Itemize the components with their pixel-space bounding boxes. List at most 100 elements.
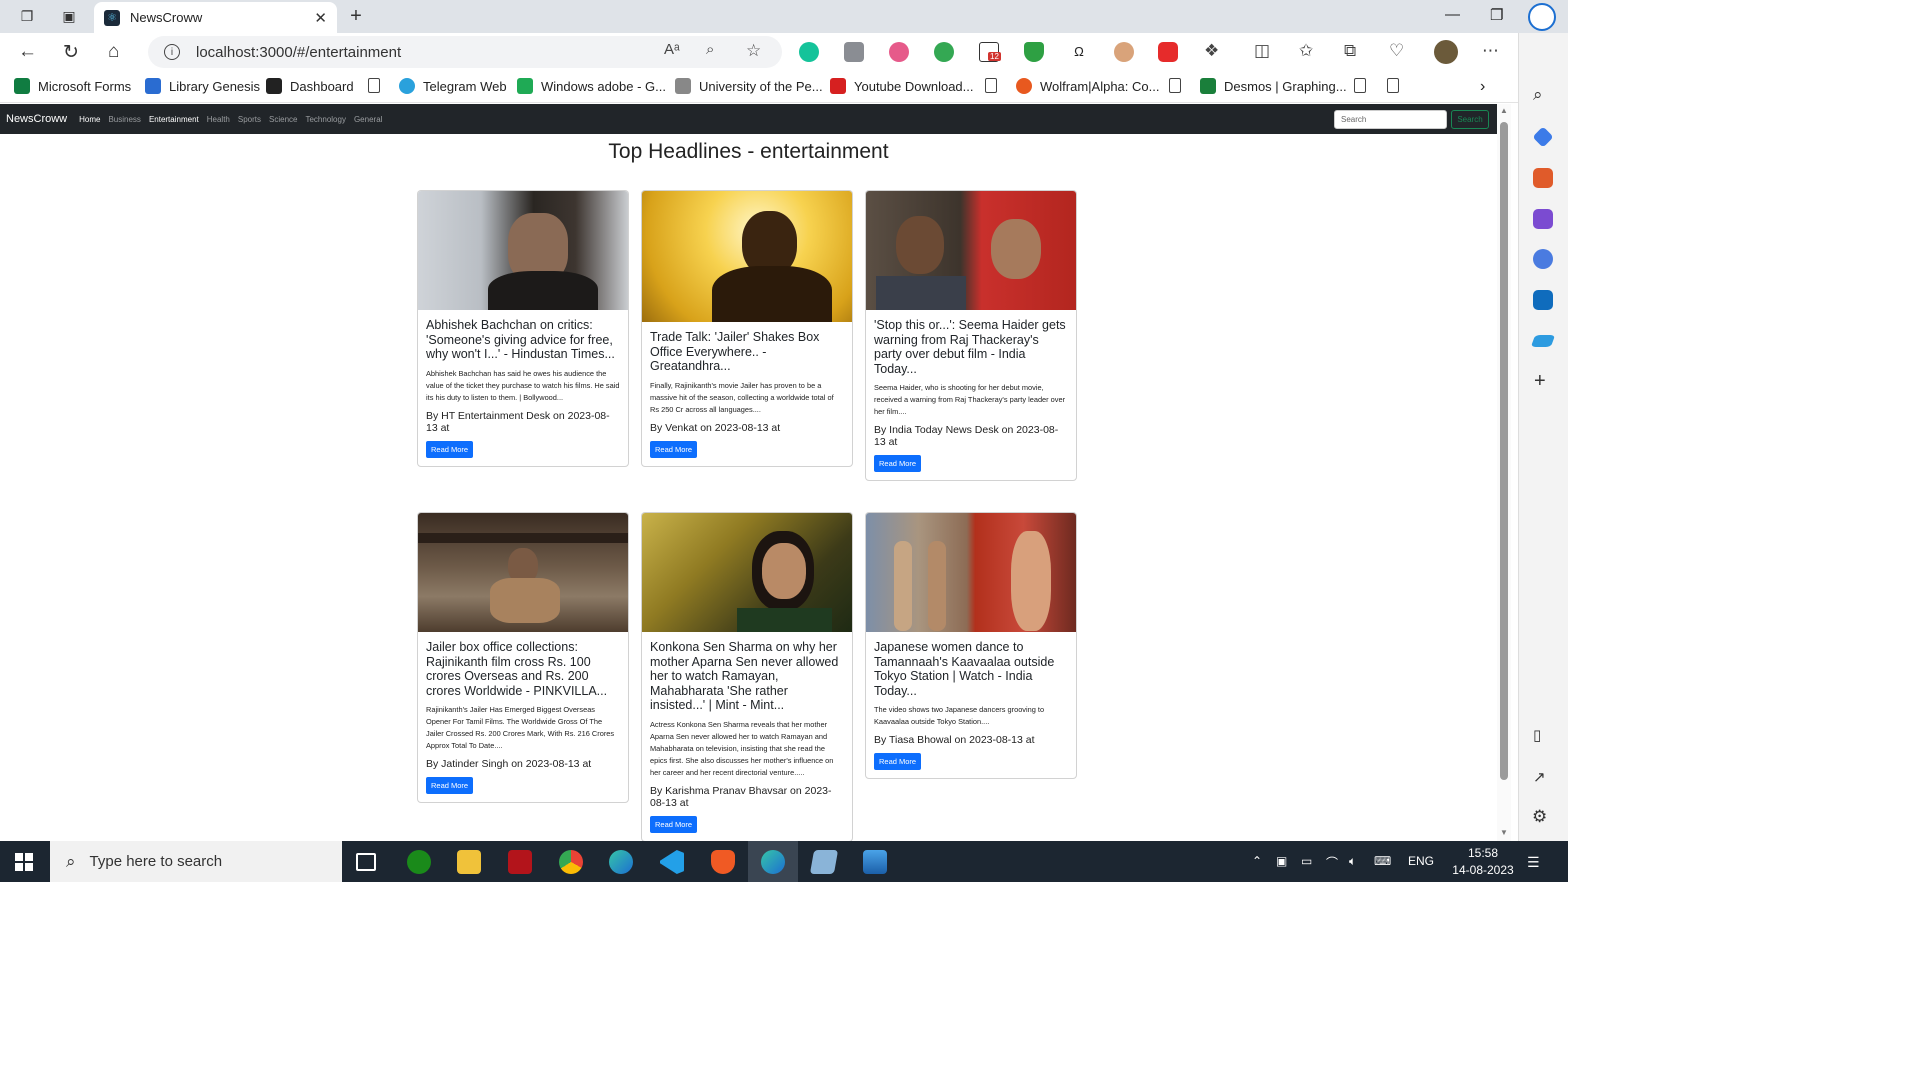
shopping-tag-icon[interactable] xyxy=(1532,126,1554,148)
nav-science[interactable]: Science xyxy=(269,115,297,124)
bookmark-university[interactable]: University of the Pe... xyxy=(675,78,823,94)
bing-copilot-icon[interactable] xyxy=(1528,3,1556,31)
read-aloud-icon[interactable]: Aᵃ xyxy=(664,41,680,58)
taskbar-active-app[interactable] xyxy=(748,841,798,882)
bookmark-page[interactable] xyxy=(1387,78,1399,93)
outlook-icon[interactable] xyxy=(1533,290,1553,310)
wifi-icon[interactable]: ⌒ xyxy=(1326,854,1338,871)
bookmark-desmos[interactable]: Desmos | Graphing... xyxy=(1200,78,1347,94)
windows-start-icon[interactable] xyxy=(15,853,33,871)
microsoft-365-icon[interactable] xyxy=(1533,249,1553,269)
bookmark-page[interactable] xyxy=(368,78,380,93)
keyboard-icon[interactable]: ⌨ xyxy=(1374,854,1391,868)
zoom-icon[interactable]: ⌕ xyxy=(706,41,714,58)
read-more-button[interactable]: Read More xyxy=(650,815,698,833)
sidebar-panel-icon[interactable]: ▯ xyxy=(1533,726,1541,744)
tray-meet-icon[interactable]: ▣ xyxy=(1276,854,1287,868)
chrome-icon[interactable] xyxy=(559,850,583,874)
avatar-extension-icon[interactable] xyxy=(1114,42,1134,62)
refresh-icon[interactable]: ↻ xyxy=(63,41,79,64)
new-tab-icon[interactable]: + xyxy=(345,5,367,27)
battery-icon[interactable]: ▭ xyxy=(1301,854,1312,868)
language-indicator[interactable]: ENG xyxy=(1408,854,1434,868)
scrollbar-thumb[interactable] xyxy=(1500,122,1508,780)
bookmark-library-genesis[interactable]: Library Genesis xyxy=(145,78,260,94)
nav-business[interactable]: Business xyxy=(108,115,140,124)
scroll-down-arrow-icon[interactable]: ▼ xyxy=(1500,828,1508,837)
workspaces-icon[interactable]: ❐ xyxy=(16,6,38,26)
app-red-icon[interactable] xyxy=(508,850,532,874)
send-icon[interactable] xyxy=(1530,335,1556,347)
address-bar[interactable]: i localhost:3000/#/entertainment xyxy=(148,36,782,68)
bookmark-page[interactable] xyxy=(1354,78,1366,93)
minimize-icon[interactable]: — xyxy=(1445,6,1460,23)
browser-tab-active[interactable]: ⚛ NewsCroww ✕ xyxy=(94,2,337,33)
nav-general[interactable]: General xyxy=(354,115,382,124)
nav-technology[interactable]: Technology xyxy=(305,115,345,124)
omega-extension-icon[interactable]: Ω xyxy=(1069,42,1089,62)
extension-color-icon[interactable] xyxy=(889,42,909,62)
tools-briefcase-icon[interactable] xyxy=(1533,168,1553,188)
back-icon[interactable]: ← xyxy=(18,41,37,63)
bookmark-youtube-download[interactable]: Youtube Download... xyxy=(830,78,974,94)
read-more-button[interactable]: Read More xyxy=(426,777,474,794)
grammarly-icon[interactable] xyxy=(799,42,819,62)
sidebar-search-icon[interactable]: ⌕ xyxy=(1533,85,1543,105)
vscode-icon[interactable] xyxy=(660,850,684,874)
restore-icon[interactable]: ❐ xyxy=(1490,6,1503,24)
sidebar-settings-gear-icon[interactable]: ⚙ xyxy=(1532,807,1547,827)
brave-icon[interactable] xyxy=(711,850,735,874)
split-screen-icon[interactable]: ◫ xyxy=(1254,41,1270,61)
bookmark-telegram-web[interactable]: Telegram Web xyxy=(399,78,507,94)
bookmarks-overflow-chevron-icon[interactable]: › xyxy=(1480,78,1485,96)
address-url[interactable]: localhost:3000/#/entertainment xyxy=(196,44,401,61)
read-more-button[interactable]: Read More xyxy=(874,753,922,770)
tray-chevron-icon[interactable]: ⌃ xyxy=(1252,854,1262,868)
nav-sports[interactable]: Sports xyxy=(238,115,261,124)
home-icon[interactable]: ⌂ xyxy=(108,41,119,63)
bookmark-windows-adobe[interactable]: Windows adobe - G... xyxy=(517,78,666,94)
page-scrollbar[interactable]: ▲ ▼ xyxy=(1497,104,1511,841)
task-view-icon[interactable] xyxy=(356,853,376,871)
bookmark-dashboard[interactable]: Dashboard xyxy=(266,78,354,94)
read-more-button[interactable]: Read More xyxy=(874,455,922,472)
nav-health[interactable]: Health xyxy=(207,115,230,124)
read-more-button[interactable]: Read More xyxy=(426,440,474,458)
collections-icon[interactable]: ⧉ xyxy=(1344,41,1356,61)
favorite-star-icon[interactable]: ☆ xyxy=(746,41,761,61)
bookmark-wolfram-alpha[interactable]: Wolfram|Alpha: Co... xyxy=(1016,78,1159,94)
favorites-icon[interactable]: ✩ xyxy=(1299,41,1313,61)
nav-entertainment[interactable]: Entertainment xyxy=(149,115,199,124)
xbox-icon[interactable] xyxy=(407,850,431,874)
tab-actions-icon[interactable]: ▣ xyxy=(58,6,80,26)
extension-plus-icon[interactable] xyxy=(934,42,954,62)
search-button[interactable]: Search xyxy=(1451,110,1489,129)
system-clock[interactable]: 15:58 14-08-2023 xyxy=(1448,845,1518,879)
extension-tasks-icon[interactable]: 12 xyxy=(979,42,1001,62)
more-options-icon[interactable]: ⋯ xyxy=(1482,41,1499,61)
open-external-icon[interactable]: ↗ xyxy=(1533,768,1546,786)
site-info-icon[interactable]: i xyxy=(164,44,180,60)
extensions-puzzle-icon[interactable]: ❖ xyxy=(1204,41,1219,61)
volume-icon[interactable]: 🔈︎ xyxy=(1349,854,1356,869)
brand-logo[interactable]: NewsCroww xyxy=(6,113,67,125)
file-explorer-icon[interactable] xyxy=(457,850,481,874)
profile-avatar[interactable] xyxy=(1434,40,1458,64)
youtube-extension-icon[interactable] xyxy=(1158,42,1178,62)
notepad-icon[interactable] xyxy=(809,850,839,874)
bookmark-page[interactable] xyxy=(985,78,997,93)
search-input[interactable]: Search xyxy=(1334,110,1447,129)
photos-icon[interactable] xyxy=(863,850,887,874)
extension-copy-icon[interactable] xyxy=(844,42,864,62)
edge-beta-icon[interactable] xyxy=(609,850,633,874)
notifications-icon[interactable]: ☰ xyxy=(1527,854,1540,871)
scroll-up-arrow-icon[interactable]: ▲ xyxy=(1500,106,1508,115)
games-icon[interactable] xyxy=(1533,209,1553,229)
add-sidebar-app-icon[interactable]: + xyxy=(1534,370,1546,393)
browser-essentials-icon[interactable]: ♡ xyxy=(1389,41,1404,61)
bookmark-microsoft-forms[interactable]: Microsoft Forms xyxy=(14,78,131,94)
bookmark-page[interactable] xyxy=(1169,78,1181,93)
taskbar-search[interactable]: ⌕ Type here to search xyxy=(50,841,342,882)
nav-home[interactable]: Home xyxy=(79,115,100,124)
shield-extension-icon[interactable] xyxy=(1024,42,1044,62)
